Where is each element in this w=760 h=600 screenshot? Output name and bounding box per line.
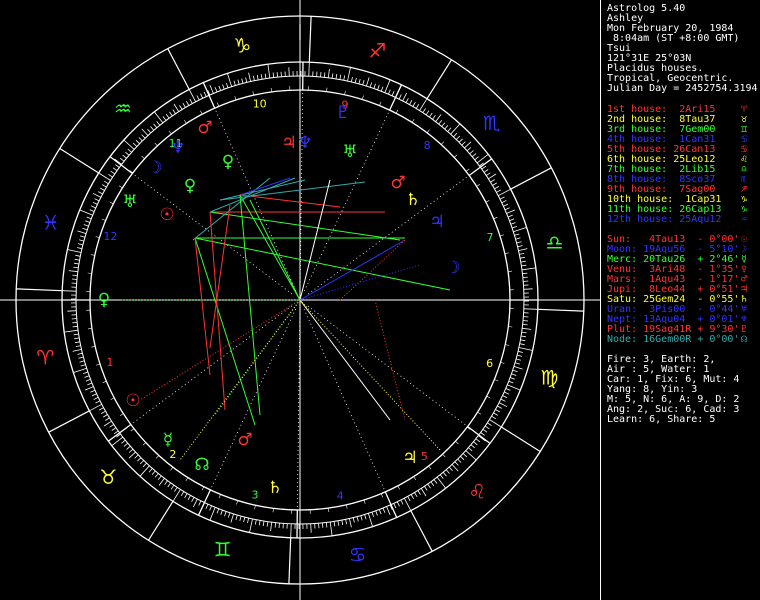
house-row-text: 12th house: 25Aqu12 bbox=[607, 214, 722, 225]
degree-tick bbox=[62, 290, 77, 292]
planet-uranus-top-icon: ♅ bbox=[342, 142, 357, 162]
degree-tick bbox=[280, 71, 282, 77]
degree-tick bbox=[71, 318, 77, 320]
degree-tick bbox=[288, 67, 290, 77]
house-row-glyph-icon: ♒ bbox=[741, 214, 748, 225]
planet-moon-right-icon: ☽ bbox=[445, 258, 460, 278]
house-number: 6 bbox=[486, 357, 493, 370]
planet-venus-left-icon: ♀ bbox=[222, 152, 234, 172]
degree-tick bbox=[522, 324, 528, 326]
sign-glyph-icon: ♐ bbox=[368, 39, 386, 63]
planet-uranus-left-icon: ♅ bbox=[122, 192, 137, 212]
degree-tick bbox=[318, 523, 320, 529]
degree-tick bbox=[72, 274, 78, 276]
house-number: 1 bbox=[107, 356, 114, 369]
planet-mercury-lower-icon: ☿ bbox=[163, 430, 173, 450]
planet-moon-left-icon: ☽ bbox=[147, 158, 162, 178]
degree-tick bbox=[522, 276, 528, 278]
degree-tick bbox=[274, 522, 276, 528]
degree-tick bbox=[523, 288, 533, 290]
degree-tick bbox=[523, 308, 538, 310]
degree-tick bbox=[290, 523, 292, 538]
house-number: 3 bbox=[252, 488, 259, 501]
degree-tick bbox=[523, 280, 529, 282]
info-panel: Astrolog 5.40 Ashley Mon February 20, 1984… bbox=[600, 0, 760, 600]
house-number: 10 bbox=[253, 98, 267, 111]
planet-venus-far-left-icon: ♀ bbox=[184, 176, 196, 196]
summary-line: Learn: 6, Share: 5 bbox=[607, 414, 716, 425]
planet-jupiter-top-icon: ♃ bbox=[281, 133, 296, 153]
planet-row-glyph-icon: ☊ bbox=[741, 334, 748, 345]
degree-tick bbox=[67, 310, 77, 312]
planet-neptune-left-icon: ♆ bbox=[170, 138, 185, 158]
sign-glyph-icon: ♌ bbox=[468, 480, 486, 504]
degree-tick bbox=[276, 72, 278, 78]
house-row: 12th house: 25Aqu12 ♒ bbox=[607, 214, 747, 225]
planet-sun-lower-left-icon: ☉ bbox=[125, 391, 140, 411]
sign-glyph-icon: ♓ bbox=[42, 211, 60, 235]
sign-glyph-icon: ♒ bbox=[114, 96, 132, 120]
planet-mars-lower-icon: ♂ bbox=[237, 430, 252, 450]
degree-tick bbox=[278, 523, 280, 529]
planet-jupiter-lower-right-icon: ♃ bbox=[402, 448, 417, 468]
house-number: 5 bbox=[421, 450, 428, 463]
planet-mars-top-icon: ♂ bbox=[197, 118, 212, 138]
planet-saturn-lower-icon: ♄ bbox=[267, 478, 282, 498]
planet-saturn-right-icon: ♄ bbox=[405, 190, 420, 210]
house-number: 8 bbox=[424, 139, 431, 152]
degree-tick bbox=[310, 523, 312, 533]
sign-glyph-icon: ♏ bbox=[483, 111, 501, 135]
planet-mars-right-icon: ♂ bbox=[390, 173, 405, 193]
planet-sun-left-icon: ☉ bbox=[159, 205, 174, 225]
header-line: Julian Day = 2452754.3194 bbox=[607, 83, 758, 94]
degree-tick bbox=[322, 522, 324, 528]
house-number: 4 bbox=[337, 489, 344, 502]
planet-row: Node: 16Gem00R + 0°00' ☊ bbox=[607, 334, 747, 345]
sign-glyph-icon: ♋ bbox=[349, 543, 367, 567]
planet-venus-west-icon: ♀ bbox=[98, 290, 110, 310]
sign-glyph-icon: ♎ bbox=[546, 230, 564, 254]
degree-tick bbox=[308, 62, 310, 77]
planet-row-text: Node: 16Gem00R + 0°00' bbox=[607, 334, 740, 345]
planet-pluto-top-icon: ♇ bbox=[335, 103, 350, 123]
degree-tick bbox=[324, 72, 326, 78]
house-number: 7 bbox=[487, 231, 494, 244]
degree-tick bbox=[320, 71, 322, 77]
degree-tick bbox=[72, 322, 78, 324]
chart-wheel: ♑ ♐♏♎♍♌♋♊♉♈♓♒ 10 9876543211211 ♂♃ ♆♇♆♀☽♅♀♅☉… bbox=[0, 0, 600, 600]
sign-glyph-icon: ♉ bbox=[99, 465, 117, 489]
planet-node-lower-icon: ☊ bbox=[194, 455, 209, 475]
sign-glyph-icon: ♑ bbox=[233, 33, 251, 57]
degree-tick bbox=[523, 320, 529, 322]
sign-glyph-icon: ♊ bbox=[214, 537, 232, 561]
planet-neptune-top-icon: ♆ bbox=[297, 133, 312, 153]
sign-glyph-icon: ♍ bbox=[540, 365, 558, 389]
degree-tick bbox=[71, 278, 77, 280]
house-number: 12 bbox=[103, 230, 117, 243]
planet-jupiter-right-icon: ♃ bbox=[429, 212, 444, 232]
sign-glyph-icon: ♈ bbox=[36, 346, 54, 370]
